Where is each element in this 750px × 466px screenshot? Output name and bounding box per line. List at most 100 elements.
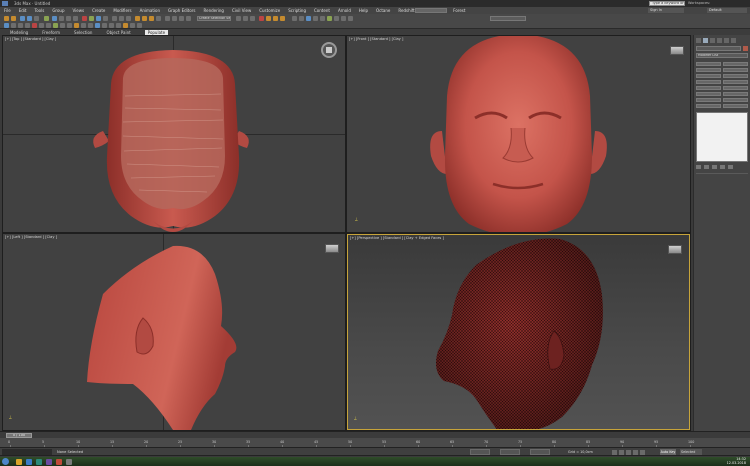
explorer-icon[interactable]	[16, 458, 22, 465]
unlink-icon[interactable]	[27, 15, 32, 21]
modifier-set-button[interactable]	[723, 68, 748, 72]
tab-modeling[interactable]: Modeling	[10, 30, 28, 35]
percent-snap-icon[interactable]	[149, 15, 154, 21]
tb2-16-icon[interactable]	[109, 23, 114, 28]
key-filter-dropdown[interactable]: Selected	[680, 449, 702, 455]
app-taskbar-icon[interactable]	[56, 458, 62, 465]
tb2-8-icon[interactable]	[53, 23, 58, 28]
scene-explorer-icon[interactable]	[236, 15, 241, 21]
menu-create[interactable]: Create	[92, 8, 105, 13]
remove-modifier-icon[interactable]	[720, 165, 725, 169]
max-taskbar-icon[interactable]	[36, 458, 42, 465]
menu-forest[interactable]: Forest	[453, 8, 465, 13]
menu-scripting[interactable]: Scripting	[288, 8, 306, 13]
menu-views[interactable]: Views	[73, 8, 85, 13]
auto-key-button[interactable]: Auto Key	[660, 449, 676, 455]
rectangle-selection-icon[interactable]	[66, 15, 71, 21]
curve-editor-icon[interactable]	[243, 15, 248, 21]
material-editor-icon[interactable]	[259, 15, 264, 21]
menu-tools[interactable]: Tools	[34, 8, 44, 13]
viewport-perspective[interactable]: [+] [Perspective ] [Standard ] [Clay + E…	[347, 234, 690, 430]
show-end-result-icon[interactable]	[704, 165, 709, 169]
mirror-icon[interactable]	[172, 15, 177, 21]
viewcube-icon[interactable]	[668, 245, 682, 254]
menu-customize[interactable]: Customize	[259, 8, 280, 13]
pin-stack-icon[interactable]	[696, 165, 701, 169]
select-by-name-icon[interactable]	[59, 15, 64, 21]
render-setup-icon[interactable]	[266, 15, 271, 21]
toolbar-extra-1-icon[interactable]	[292, 15, 297, 21]
selection-filter-icon[interactable]	[44, 15, 49, 21]
toolbar-extra-8-icon[interactable]	[341, 15, 346, 21]
app-taskbar-icon[interactable]	[66, 458, 72, 465]
place-icon[interactable]	[103, 15, 108, 21]
menu-octane[interactable]: Octane	[376, 8, 390, 13]
menu-modifiers[interactable]: Modifiers	[113, 8, 131, 13]
manipulate-icon[interactable]	[126, 15, 131, 21]
play-icon[interactable]	[626, 449, 631, 455]
toolbar-extra-9-icon[interactable]	[348, 15, 353, 21]
workspace-dropdown[interactable]: Default	[707, 8, 747, 13]
head-model-left-view[interactable]	[3, 234, 345, 430]
tb2-2-icon[interactable]	[11, 23, 16, 28]
reference-coord-icon[interactable]	[112, 15, 117, 21]
object-color-swatch[interactable]	[743, 46, 748, 51]
layer-icon[interactable]	[186, 15, 191, 21]
render-icon[interactable]	[280, 15, 285, 21]
hierarchy-tab-icon[interactable]	[710, 38, 715, 43]
object-name-field[interactable]	[696, 46, 741, 51]
angle-snap-icon[interactable]	[142, 15, 147, 21]
pivot-center-icon[interactable]	[119, 15, 124, 21]
app-logo-icon[interactable]	[2, 1, 8, 6]
motion-tab-icon[interactable]	[717, 38, 722, 43]
spinner-snap-icon[interactable]	[156, 15, 161, 21]
viewport-top[interactable]: [+] [Top ] [Standard ] [Clay ]	[3, 36, 345, 232]
sign-in-button[interactable]: Sign In	[648, 8, 684, 13]
tb2-10-icon[interactable]	[67, 23, 72, 28]
tb2-18-icon[interactable]	[123, 23, 128, 28]
modify-tab-icon[interactable]	[703, 38, 708, 43]
modifier-set-button[interactable]	[723, 74, 748, 78]
select-object-icon[interactable]	[52, 15, 57, 21]
toolbar-extra-7-icon[interactable]	[334, 15, 339, 21]
toolbar-extra-4-icon[interactable]	[313, 15, 318, 21]
toolbar-extra-3-icon[interactable]	[306, 15, 311, 21]
menu-animation[interactable]: Animation	[140, 8, 160, 13]
browser-icon[interactable]	[26, 458, 32, 465]
toolbar-extra-6-icon[interactable]	[327, 15, 332, 21]
menu-graph-editors[interactable]: Graph Editors	[168, 8, 195, 13]
tb2-7-icon[interactable]	[46, 23, 51, 28]
tb2-5-icon[interactable]	[32, 23, 37, 28]
toolbar-extra-2-icon[interactable]	[299, 15, 304, 21]
align-icon[interactable]	[179, 15, 184, 21]
go-to-end-icon[interactable]	[640, 449, 645, 455]
steering-wheel-icon[interactable]	[321, 42, 337, 58]
modifier-set-button[interactable]	[723, 80, 748, 84]
tb2-17-icon[interactable]	[116, 23, 121, 28]
head-model-top-view[interactable]	[3, 36, 345, 232]
modifier-stack[interactable]	[696, 112, 748, 162]
tb2-15-icon[interactable]	[102, 23, 107, 28]
head-model-perspective-view[interactable]	[348, 235, 690, 430]
coord-z-field[interactable]	[530, 449, 550, 455]
previous-frame-icon[interactable]	[619, 449, 624, 455]
search-input[interactable]: Type a keyword or phrase	[649, 1, 685, 6]
modifier-set-button[interactable]	[696, 68, 721, 72]
move-icon[interactable]	[82, 15, 87, 21]
toolbar-extra-5-icon[interactable]	[320, 15, 325, 21]
scale-icon[interactable]	[96, 15, 101, 21]
redo-icon[interactable]	[11, 15, 16, 21]
track-bar[interactable]: 0 5 10 15 20 25 30 35 40 45 50 55 60 65 70 75 80 85 90 95 10…	[0, 438, 750, 448]
tb2-6-icon[interactable]	[39, 23, 44, 28]
tb2-1-icon[interactable]	[4, 23, 9, 28]
coord-x-field[interactable]	[470, 449, 490, 455]
menu-edit[interactable]: Edit	[19, 8, 27, 13]
tb2-13-icon[interactable]	[88, 23, 93, 28]
modifier-set-button[interactable]	[723, 98, 748, 102]
tb2-20-icon[interactable]	[137, 23, 142, 28]
modifier-set-button[interactable]	[696, 80, 721, 84]
modifier-set-button[interactable]	[723, 86, 748, 90]
tb2-12-icon[interactable]	[81, 23, 86, 28]
menu-help[interactable]: Help	[359, 8, 368, 13]
make-unique-icon[interactable]	[712, 165, 717, 169]
